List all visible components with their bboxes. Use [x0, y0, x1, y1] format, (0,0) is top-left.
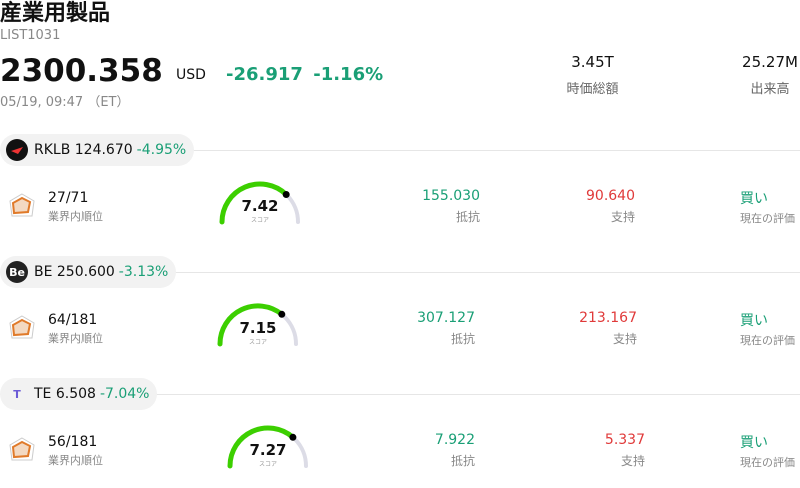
score-value: 7.15	[239, 319, 277, 337]
price-change: -26.917 -1.16%	[226, 64, 383, 85]
stock-change: -7.04%	[99, 386, 150, 402]
support-label: 支持	[610, 210, 635, 224]
radar-chart-icon	[8, 314, 36, 342]
stock-chip-te[interactable]: T TE 6.508 -7.04%	[0, 378, 158, 410]
support-value: 5.337	[604, 432, 645, 448]
volume-label: 出来高	[750, 82, 790, 97]
support-value: 213.167	[579, 310, 637, 326]
market-cap-label: 時価総額	[566, 82, 619, 97]
stock-logo-icon: T	[13, 387, 21, 401]
change-percent: -1.16%	[313, 64, 384, 85]
score-value: 7.27	[249, 441, 287, 459]
rating-label: 現在の評価	[740, 212, 795, 225]
industry-rank-label: 業界内順位	[48, 454, 103, 467]
rating-value: 買い	[740, 435, 768, 451]
resistance-value: 155.030	[422, 188, 480, 204]
stock-symbol: TE 6.508	[34, 386, 96, 402]
stock-chip-rklb[interactable]: RKLB 124.670 -4.95%	[0, 134, 195, 166]
stock-chip-be[interactable]: Be BE 250.600 -3.13%	[0, 256, 177, 288]
score-value: 7.42	[241, 197, 279, 215]
stock-logo-icon	[6, 139, 28, 161]
score-label: スコア	[250, 217, 269, 224]
resistance-label: 抵抗	[450, 454, 475, 468]
index-code: LIST1031	[0, 28, 61, 43]
radar-chart-icon	[8, 436, 36, 464]
page-title: 産業用製品	[0, 1, 111, 26]
currency-label: USD	[176, 67, 206, 83]
timestamp: 05/19, 09:47 （ET）	[0, 95, 130, 110]
radar-chart-icon	[8, 192, 36, 220]
resistance-value: 7.922	[434, 432, 475, 448]
score-label: スコア	[258, 461, 277, 468]
resistance-value: 307.127	[417, 310, 475, 326]
support-label: 支持	[612, 332, 637, 346]
index-price: 2300.358	[0, 53, 163, 89]
rating-label: 現在の評価	[740, 334, 795, 347]
stock-change: -4.95%	[136, 142, 187, 158]
industry-rank-label: 業界内順位	[48, 210, 103, 223]
stock-symbol: RKLB 124.670	[34, 142, 133, 158]
rating-value: 買い	[740, 313, 768, 329]
support-label: 支持	[620, 454, 645, 468]
industry-rank: 27/71	[48, 190, 89, 206]
stock-symbol: BE 250.600	[34, 264, 115, 280]
industry-rank-label: 業界内順位	[48, 332, 103, 345]
industry-rank: 64/181	[48, 312, 98, 328]
change-value: -26.917	[226, 64, 303, 85]
support-value: 90.640	[586, 188, 635, 204]
score-label: スコア	[248, 339, 267, 346]
rating-label: 現在の評価	[740, 456, 795, 469]
market-cap-value: 3.45T	[571, 53, 614, 71]
resistance-label: 抵抗	[450, 332, 475, 346]
rating-value: 買い	[740, 191, 768, 207]
industry-rank: 56/181	[48, 434, 98, 450]
stock-change: -3.13%	[118, 264, 169, 280]
resistance-label: 抵抗	[455, 210, 480, 224]
volume-value: 25.27M	[742, 53, 798, 71]
stock-logo-icon: Be	[6, 261, 28, 283]
